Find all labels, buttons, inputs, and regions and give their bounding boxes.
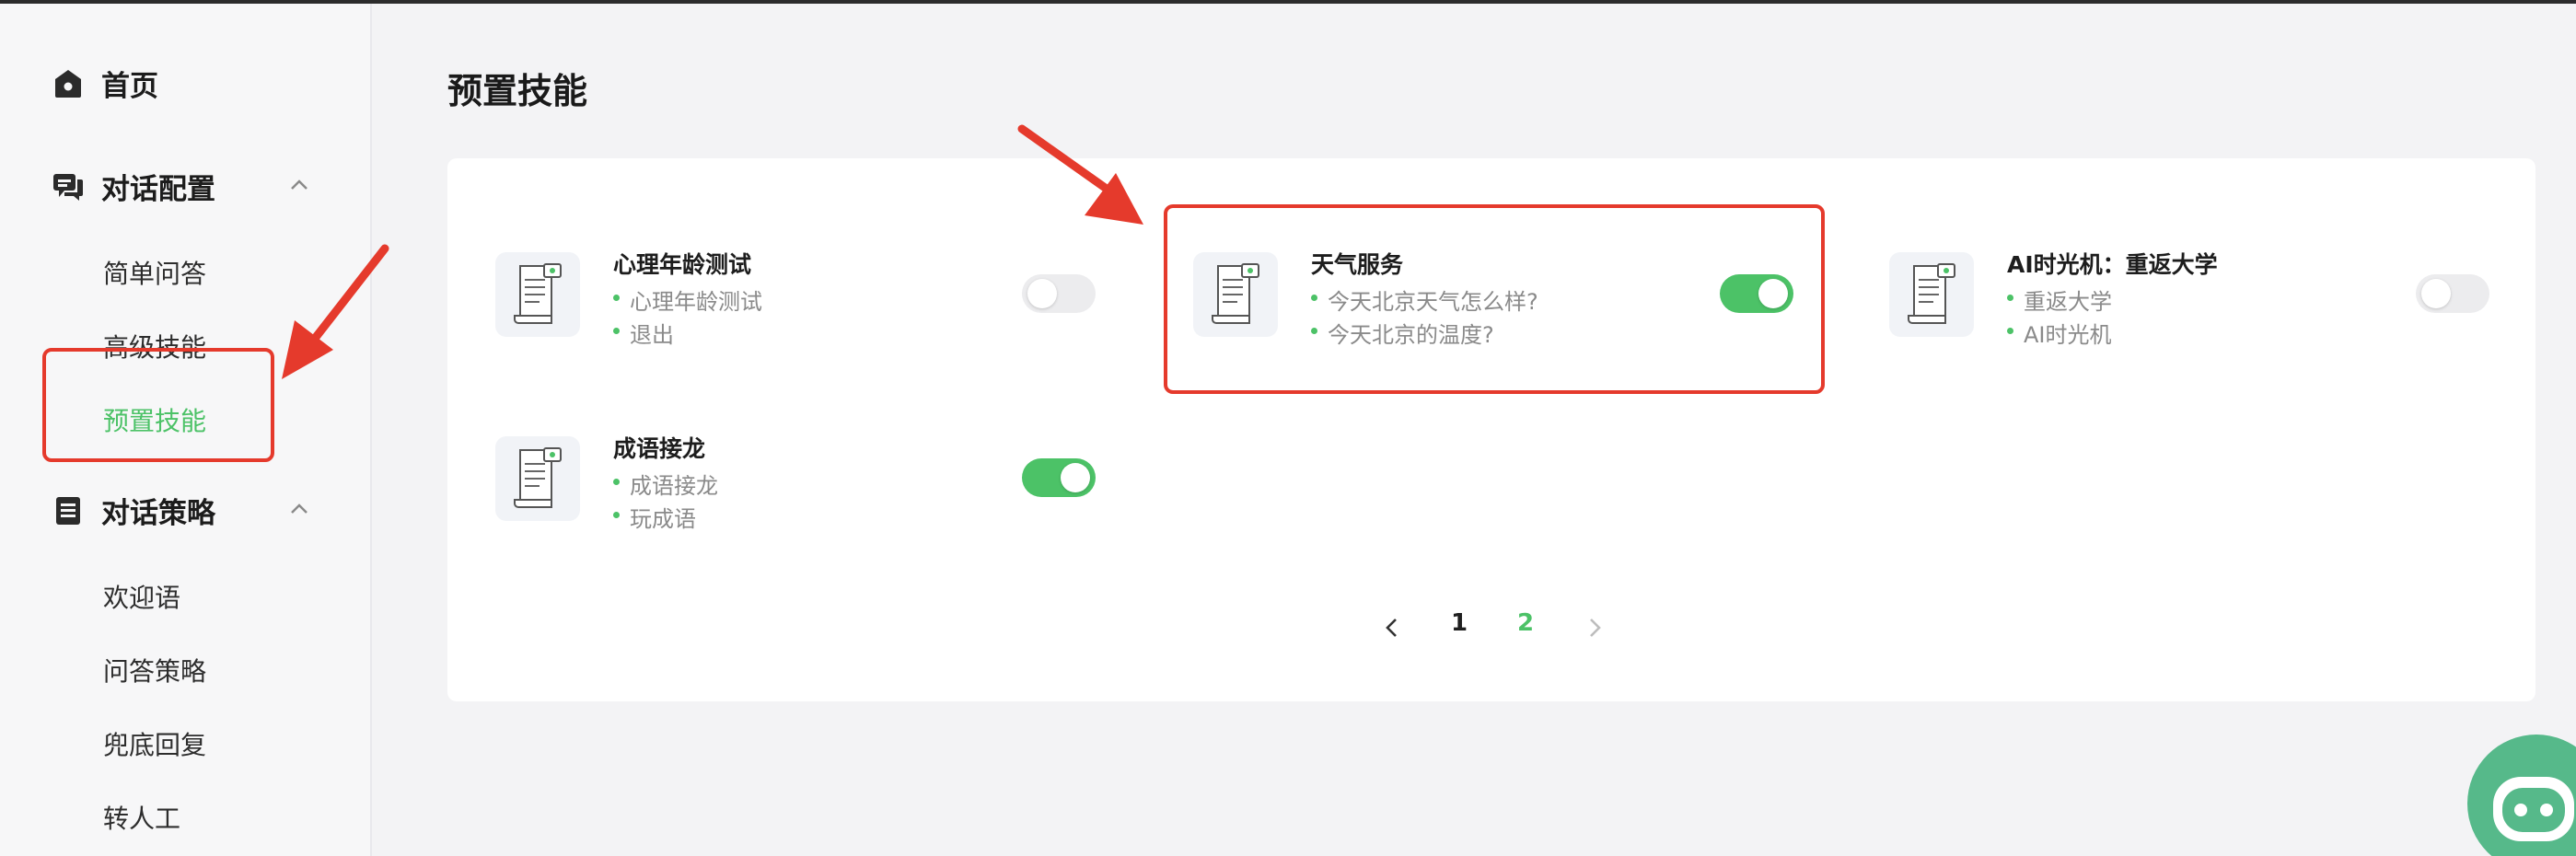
sidebar-group-dialog-strategy[interactable]: 对话策略 xyxy=(52,490,328,531)
document-icon xyxy=(495,436,580,521)
window-top-border xyxy=(0,0,2576,4)
sidebar-item-transfer-human[interactable]: 转人工 xyxy=(103,799,180,836)
sidebar-group-dialog-config[interactable]: 对话配置 xyxy=(52,166,328,207)
page-title: 预置技能 xyxy=(447,71,588,111)
document-icon xyxy=(495,252,580,337)
assistant-bot-icon[interactable] xyxy=(2467,735,2576,856)
skill-example: 心理年龄测试 xyxy=(613,283,762,316)
skill-title: 心理年龄测试 xyxy=(613,251,752,278)
skill-toggle[interactable] xyxy=(1022,458,1096,497)
sidebar-item-qa-strategy[interactable]: 问答策略 xyxy=(103,652,206,688)
skill-example: 玩成语 xyxy=(613,501,696,533)
chevron-up-icon[interactable] xyxy=(287,171,311,195)
chevron-left-icon[interactable] xyxy=(1379,615,1405,641)
skill-title: 成语接龙 xyxy=(613,435,706,462)
skill-card: AI时光机：重返大学 重返大学 AI时光机 xyxy=(1889,234,2497,370)
page-button-1[interactable]: 1 xyxy=(1445,609,1473,637)
sidebar-item-home-label: 首页 xyxy=(101,70,158,103)
sidebar-group-dialog-config-label: 对话配置 xyxy=(101,173,215,206)
skill-toggle[interactable] xyxy=(1022,274,1096,313)
skill-example: 成语接龙 xyxy=(613,468,718,500)
sidebar-group-dialog-strategy-label: 对话策略 xyxy=(101,497,215,530)
sidebar-item-home[interactable]: 首页 xyxy=(52,63,158,104)
skill-card: 心理年龄测试 心理年龄测试 退出 xyxy=(495,234,1103,370)
skill-example: AI时光机 xyxy=(2007,317,2112,349)
annotation-highlight-sidebar xyxy=(42,348,274,462)
sidebar-item-welcome[interactable]: 欢迎语 xyxy=(103,578,180,615)
skill-example: 退出 xyxy=(613,317,674,349)
sidebar-item-simple-qa[interactable]: 简单问答 xyxy=(103,254,206,291)
sidebar-item-fallback-reply[interactable]: 兜底回复 xyxy=(103,725,206,762)
chat-icon xyxy=(52,170,85,203)
skill-example: 重返大学 xyxy=(2007,283,2112,316)
pagination: 1 2 xyxy=(447,609,2535,646)
toggle-knob xyxy=(1061,463,1090,492)
list-icon xyxy=(52,494,85,527)
toggle-knob xyxy=(2421,279,2451,308)
skill-title: AI时光机：重返大学 xyxy=(2007,251,2218,278)
app-window: 首页 对话配置 简单问答 高级技能 预置技能 对话策略 欢迎语 问答策略 兜底回… xyxy=(0,0,2576,856)
chevron-up-icon[interactable] xyxy=(287,495,311,519)
toggle-knob xyxy=(1027,279,1057,308)
page-button-2[interactable]: 2 xyxy=(1512,609,1539,637)
home-icon xyxy=(52,67,85,100)
annotation-highlight-card xyxy=(1164,204,1825,394)
skill-toggle[interactable] xyxy=(2416,274,2489,313)
document-icon xyxy=(1889,252,1974,337)
skill-card: 成语接龙 成语接龙 玩成语 xyxy=(495,418,1103,554)
chevron-right-icon[interactable] xyxy=(1582,615,1607,641)
